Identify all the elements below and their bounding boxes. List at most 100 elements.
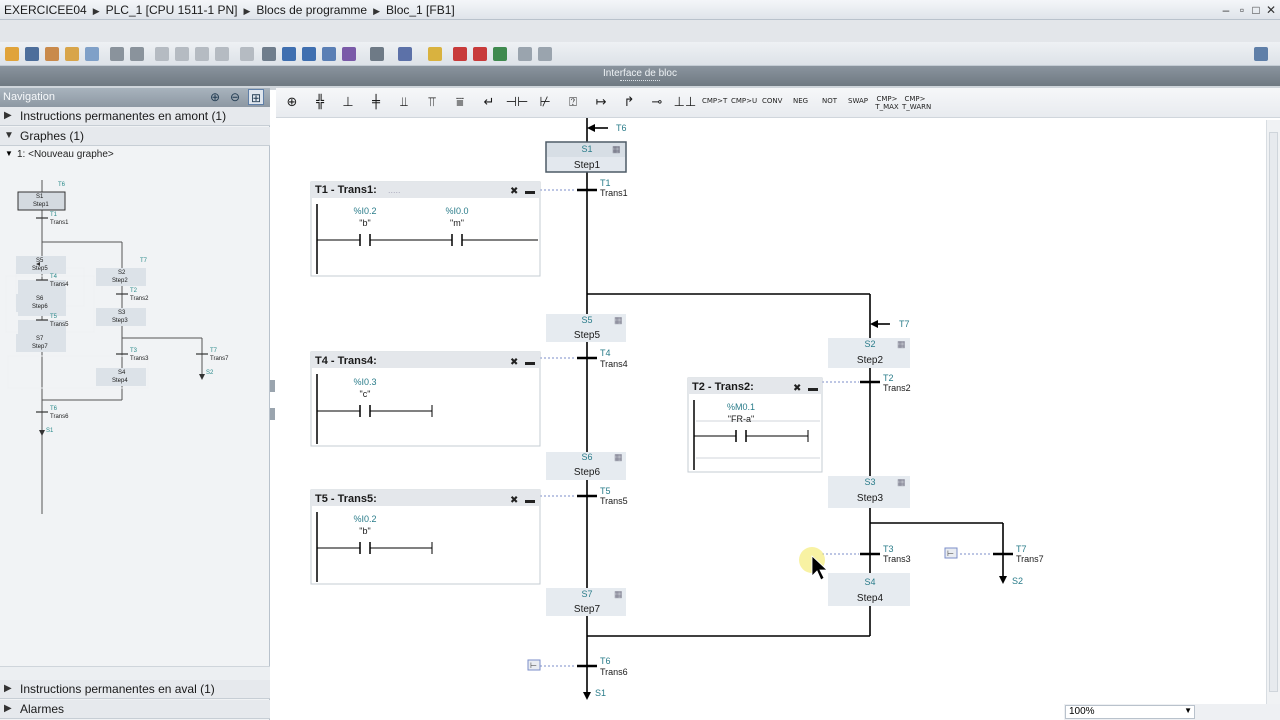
palette-cmp-t[interactable]: CMP>T: [702, 97, 727, 105]
zoom-out-icon[interactable]: ⊖: [227, 89, 243, 105]
restore-icon[interactable]: ▫: [1235, 3, 1249, 17]
close-branch-icon[interactable]: ↵: [477, 94, 501, 114]
toolbar-icon[interactable]: [65, 47, 79, 61]
contact-address[interactable]: %I0.0: [445, 206, 468, 216]
transition-T3[interactable]: T3 Trans3: [883, 544, 911, 564]
toolbar-icon[interactable]: [302, 47, 316, 61]
condition-close-icon[interactable]: ✖: [510, 495, 518, 506]
graph-canvas[interactable]: S1 Step1 ▦ S5 Step5 ▦ S6 Step6 ▦ S7 Step…: [276, 118, 1280, 720]
condition-minimize-icon[interactable]: ▬: [525, 357, 535, 368]
transition-T6[interactable]: T6 Trans6: [600, 656, 628, 677]
alternative-branch-icon[interactable]: ⫪: [420, 94, 444, 114]
section-upstream[interactable]: ▶ Instructions permanentes en amont (1): [0, 107, 270, 126]
expand-arrow-icon[interactable]: ▶: [4, 683, 12, 694]
transition-T2[interactable]: T2 Trans2: [883, 373, 911, 393]
editor-vscrollbar[interactable]: [1266, 120, 1280, 704]
toolbar-icon[interactable]: [240, 47, 254, 61]
contact-address[interactable]: %I0.2: [353, 514, 376, 524]
toolbar-icon[interactable]: [428, 47, 442, 61]
insert-step-icon[interactable]: ╬: [308, 94, 332, 114]
transition-T7[interactable]: T7 Trans7: [1016, 544, 1044, 564]
toolbar-icon[interactable]: [342, 47, 356, 61]
condition-box-T4[interactable]: T4 - Trans4: ✖ ▬ %I0.3 "c": [310, 351, 541, 447]
step-S7[interactable]: S7 Step7 ▦: [546, 588, 626, 616]
no-contact-icon[interactable]: ⊣⊢: [505, 94, 529, 114]
nc-contact-icon[interactable]: ⊬: [533, 94, 557, 114]
contact-symbol[interactable]: "b": [359, 526, 370, 536]
toolbar-icon[interactable]: [5, 47, 19, 61]
fit-view-icon[interactable]: ⊞: [248, 89, 264, 105]
step-action-icon[interactable]: ▦: [614, 315, 623, 325]
expand-arrow-icon[interactable]: ▶: [4, 703, 12, 714]
transition-condition-icon[interactable]: ⊢: [527, 659, 541, 671]
insert-transition-icon[interactable]: ╪: [364, 94, 388, 114]
step-action-icon[interactable]: ▦: [614, 452, 623, 462]
contact-symbol[interactable]: "FR-a": [728, 414, 754, 424]
insert-step-transition-icon[interactable]: ⊕: [280, 94, 304, 114]
scroll-thumb[interactable]: [1269, 132, 1278, 692]
splitter-handle[interactable]: [270, 408, 275, 420]
insert-jump-step-icon[interactable]: ⫫: [392, 94, 416, 114]
toolbar-icon[interactable]: [130, 47, 144, 61]
step-S5[interactable]: S5 Step5 ▦: [546, 314, 626, 342]
minimize-icon[interactable]: –: [1219, 3, 1233, 17]
palette-neg[interactable]: NEG: [793, 97, 808, 105]
toolbar-icon[interactable]: [110, 47, 124, 61]
palette-cmp-twarn[interactable]: CMP> T_WARN: [902, 95, 931, 111]
zoom-select[interactable]: 100% ▼: [1065, 705, 1195, 719]
step-S6[interactable]: S6 Step6 ▦: [546, 452, 626, 480]
step-action-icon[interactable]: ▦: [614, 589, 623, 599]
condition-box-T5[interactable]: T5 - Trans5: ✖ ▬ %I0.2 "b": [310, 489, 541, 585]
graph-list-item[interactable]: ▼ 1: <Nouveau graphe>: [0, 147, 270, 163]
chevron-down-icon[interactable]: ▼: [1184, 706, 1192, 715]
coil-icon[interactable]: ⊸: [645, 94, 669, 114]
navigation-hscrollbar[interactable]: [0, 666, 270, 680]
close-icon[interactable]: ✕: [1264, 3, 1278, 17]
contact-address[interactable]: %I0.2: [353, 206, 376, 216]
maximize-icon[interactable]: □: [1249, 3, 1263, 17]
jump-target-s2[interactable]: T7: [899, 319, 910, 329]
section-downstream[interactable]: ▶ Instructions permanentes en aval (1): [0, 680, 270, 699]
contact-symbol[interactable]: "m": [450, 218, 464, 228]
condition-minimize-icon[interactable]: ▬: [808, 383, 818, 394]
insert-jump-icon[interactable]: ⊥: [336, 94, 360, 114]
contact-icon[interactable]: ⊥⊥: [673, 94, 697, 114]
zoom-in-icon[interactable]: ⊕: [207, 89, 223, 105]
jump-end-s2[interactable]: S2: [1012, 576, 1023, 586]
toolbar-icon[interactable]: [195, 47, 209, 61]
condition-close-icon[interactable]: ✖: [510, 357, 518, 368]
step-action-icon[interactable]: ▦: [612, 144, 621, 154]
toolbar-icon[interactable]: [175, 47, 189, 61]
toolbar-icon[interactable]: [453, 47, 467, 61]
jump-end-s1[interactable]: S1: [595, 688, 606, 698]
toolbar-icon[interactable]: [370, 47, 384, 61]
step-S2[interactable]: S2 Step2 ▦: [828, 338, 910, 368]
transition-T1[interactable]: T1 Trans1: [600, 178, 628, 198]
section-graphs[interactable]: ▼ Graphes (1): [0, 127, 270, 146]
section-alarms[interactable]: ▶ Alarmes: [0, 700, 270, 719]
collapse-arrow-icon[interactable]: ▼: [4, 130, 14, 141]
condition-minimize-icon[interactable]: ▬: [525, 495, 535, 506]
toolbar-icon[interactable]: [85, 47, 99, 61]
condition-close-icon[interactable]: ✖: [510, 186, 518, 197]
toolbar-icon[interactable]: [538, 47, 552, 61]
palette-cmp-tmax[interactable]: CMP> T_MAX: [875, 95, 899, 111]
breadcrumb-block[interactable]: Bloc_1 [FB1]: [386, 3, 455, 17]
toolbar-icon[interactable]: [45, 47, 59, 61]
breadcrumb-program-blocks[interactable]: Blocs de programme: [256, 3, 367, 17]
contact-symbol[interactable]: "c": [360, 389, 371, 399]
palette-swap[interactable]: SWAP: [848, 97, 868, 105]
condition-minimize-icon[interactable]: ▬: [525, 186, 535, 197]
close-branch-arrow-icon[interactable]: ↱: [617, 94, 641, 114]
palette-cmp-u[interactable]: CMP>U: [731, 97, 757, 105]
toolbar-icon[interactable]: [398, 47, 412, 61]
toolbar-icon[interactable]: [493, 47, 507, 61]
simultaneous-branch-icon[interactable]: ⩸: [448, 94, 472, 114]
graph-overview-minimap[interactable]: T6 S1 Step1 T1 Trans1 S5 Step5 T4 Trans4 S6 S…: [0, 168, 270, 668]
transition-T5[interactable]: T5 Trans5: [600, 486, 628, 506]
splitter-handle[interactable]: [270, 380, 275, 392]
transition-condition-icon[interactable]: ⊢: [944, 547, 958, 559]
condition-box-T1[interactable]: T1 - Trans1: ..... ✖ ▬ %I0.2 "b" %I0.0 "…: [310, 181, 541, 277]
toolbar-icon[interactable]: [322, 47, 336, 61]
block-interface-strip[interactable]: Interface de bloc: [0, 66, 1280, 86]
